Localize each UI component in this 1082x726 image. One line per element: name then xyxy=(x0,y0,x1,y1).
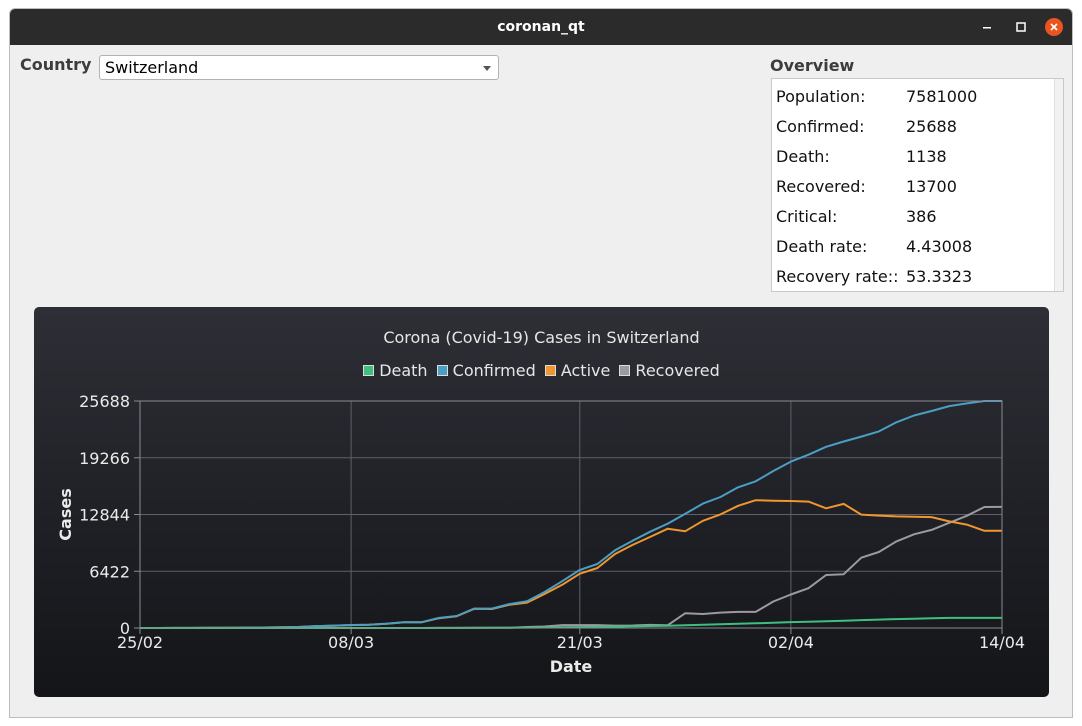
x-tick-label: 02/04 xyxy=(768,633,814,652)
overview-value: 4.43008 xyxy=(906,237,973,256)
overview-key: Confirmed: xyxy=(776,117,865,136)
y-tick-label: 6422 xyxy=(89,562,130,581)
y-axis-title: Cases xyxy=(56,488,75,540)
overview-scrollbar[interactable] xyxy=(1054,79,1063,291)
maximize-icon[interactable] xyxy=(1012,18,1030,36)
overview-value: 53.3323 xyxy=(906,267,973,286)
y-tick-label: 12844 xyxy=(79,506,130,525)
x-tick-label: 14/04 xyxy=(979,633,1025,652)
overview-key: Critical: xyxy=(776,207,838,226)
x-tick-label: 21/03 xyxy=(557,633,603,652)
overview-value: 386 xyxy=(906,207,937,226)
overview-key: Recovery rate:: xyxy=(776,267,899,286)
series-line-active xyxy=(140,499,1002,629)
y-tick-label: 0 xyxy=(120,619,130,638)
overview-value: 7581000 xyxy=(906,87,978,106)
chevron-down-icon[interactable] xyxy=(483,66,491,71)
close-icon[interactable] xyxy=(1045,18,1063,36)
title-bar[interactable]: coronan_qt xyxy=(10,9,1072,45)
chart-panel: Corona (Covid-19) Cases in Switzerland D… xyxy=(34,307,1049,697)
overview-key: Death: xyxy=(776,147,830,166)
overview-key: Recovered: xyxy=(776,177,866,196)
window-title: coronan_qt xyxy=(497,19,585,35)
overview-table: Population: 7581000 Confirmed: 25688 Dea… xyxy=(771,78,1064,292)
series-line-recovered xyxy=(140,505,1003,629)
overview-key: Death rate: xyxy=(776,237,868,256)
minimize-icon[interactable] xyxy=(978,18,996,36)
overview-value: 25688 xyxy=(906,117,957,136)
y-tick-label: 25688 xyxy=(79,392,130,411)
x-tick-label: 08/03 xyxy=(328,633,374,652)
app-window: coronan_qt Country Switzerland Overview … xyxy=(9,8,1073,718)
x-axis-title: Date xyxy=(550,657,593,676)
overview-value: 13700 xyxy=(906,177,957,196)
y-tick-label: 19266 xyxy=(79,449,130,468)
line-chart: 25/02 08/03 21/03 02/04 14/04064221284419266… xyxy=(56,392,1025,676)
country-select-value: Switzerland xyxy=(105,58,199,77)
overview-label: Overview xyxy=(770,56,855,75)
overview-key: Population: xyxy=(776,87,866,106)
country-label: Country xyxy=(20,55,92,74)
country-select[interactable]: Switzerland xyxy=(99,55,499,80)
overview-value: 1138 xyxy=(906,147,947,166)
